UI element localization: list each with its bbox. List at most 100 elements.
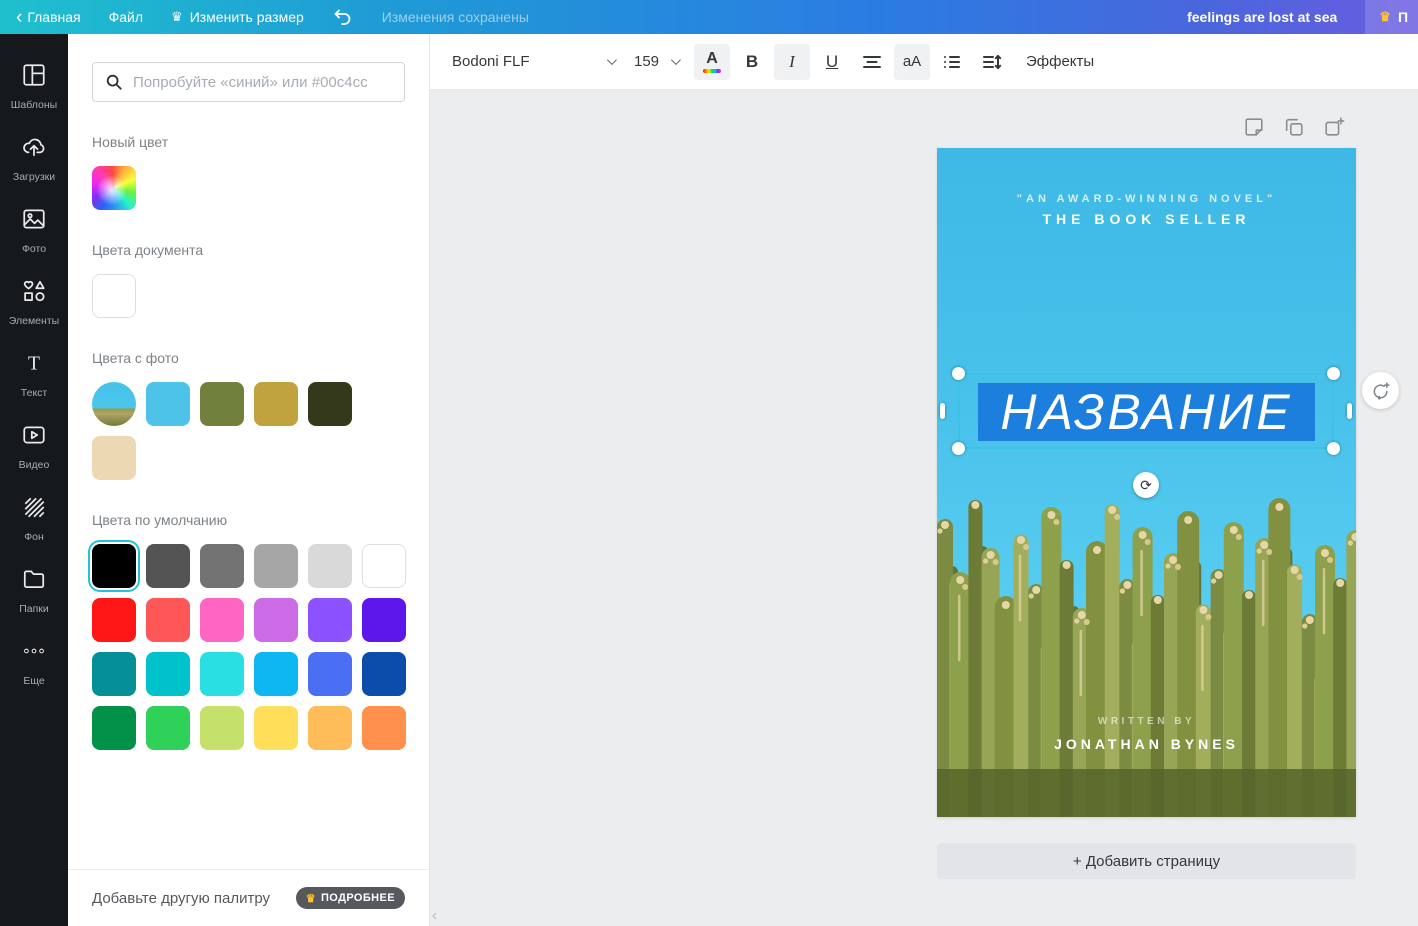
font-family-select[interactable]: Bodoni FLF [452,53,614,70]
sidebar-item-templates[interactable]: Шаблоны [0,54,68,118]
rotate-handle[interactable]: ⟳ [1133,472,1159,498]
default-color-swatch[interactable] [92,652,136,696]
pro-badge-label: ПОДРОБНЕЕ [321,892,395,904]
default-color-swatch[interactable] [146,544,190,588]
home-button[interactable]: ‹ Главная [16,8,81,27]
font-size-select[interactable]: 159 [634,53,690,70]
design-page[interactable]: "AN AWARD-WINNING NOVEL" THE BOOK SELLER… [937,148,1356,817]
sidebar-item-label: Папки [19,603,49,615]
resize-handle-bottomleft[interactable] [952,442,965,455]
sidebar-item-folders[interactable]: Папки [0,558,68,622]
sidebar-item-background[interactable]: Фон [0,486,68,550]
document-colors-label: Цвета документа [92,242,405,258]
resize-handle-bottomright[interactable] [1327,442,1340,455]
photo-color-thumbnail[interactable] [92,382,136,426]
underline-icon: U [826,52,838,72]
default-color-swatch[interactable] [200,598,244,642]
bold-button[interactable]: B [734,44,770,80]
selection-box[interactable] [958,373,1334,449]
add-page-icon-button[interactable] [1323,116,1345,141]
upgrade-button[interactable]: ♛ П [1365,0,1418,34]
default-color-swatch[interactable] [146,598,190,642]
default-color-swatch[interactable] [254,652,298,696]
default-color-swatch[interactable] [308,706,352,750]
photo-color-swatch[interactable] [308,382,352,426]
poster-byline[interactable]: WRITTEN BY [937,716,1356,727]
text-color-button[interactable]: A [694,44,730,80]
poster-quote[interactable]: "AN AWARD-WINNING NOVEL" [937,193,1356,205]
resize-handle-right[interactable] [1347,403,1352,419]
underline-button[interactable]: U [814,44,850,80]
default-color-swatch[interactable] [362,706,406,750]
default-color-swatch[interactable] [308,652,352,696]
default-color-swatch[interactable] [200,652,244,696]
add-palette-label: Добавьте другую палитру [92,890,270,907]
default-color-swatch[interactable] [362,652,406,696]
add-comment-icon [1371,381,1391,401]
sidebar-item-elements[interactable]: Элементы [0,270,68,334]
spacing-button[interactable] [974,44,1010,80]
default-color-swatch[interactable] [92,598,136,642]
sidebar-item-text[interactable]: TТекст [0,342,68,406]
sidebar-item-label: Шаблоны [11,99,57,111]
rainbow-bar [703,69,721,73]
pro-details-badge[interactable]: ♛ ПОДРОБНЕЕ [296,887,405,909]
new-color-swatch[interactable] [92,166,136,210]
sidebar-item-more[interactable]: Еще [0,630,68,694]
default-color-swatch[interactable] [308,544,352,588]
notes-button[interactable] [1243,116,1265,141]
default-color-swatch[interactable] [254,544,298,588]
default-color-swatch[interactable] [200,544,244,588]
italic-icon: I [789,52,795,72]
default-color-swatch[interactable] [146,652,190,696]
sidebar-item-video[interactable]: Видео [0,414,68,478]
search-icon [105,73,123,91]
default-color-swatch[interactable] [254,598,298,642]
default-color-swatch[interactable] [308,598,352,642]
photo-colors-label: Цвета с фото [92,350,405,366]
notes-icon [1243,116,1265,138]
crown-icon: ♛ [171,9,183,25]
color-search-input[interactable] [133,74,392,91]
photo-color-swatch[interactable] [200,382,244,426]
resize-handle-topleft[interactable] [952,367,965,380]
document-title[interactable]: feelings are lost at sea [1187,9,1337,25]
default-color-swatch[interactable] [146,706,190,750]
sidebar-item-photos[interactable]: Фото [0,198,68,262]
poster-author[interactable]: JONATHAN BYNES [937,736,1356,752]
italic-button[interactable]: I [774,44,810,80]
photo-color-swatch[interactable] [254,382,298,426]
align-button[interactable] [854,44,890,80]
chevron-down-icon [607,55,617,65]
add-page-button[interactable]: + Добавить страницу [937,843,1356,879]
resize-handle-topright[interactable] [1327,367,1340,380]
effects-button[interactable]: Эффекты [1026,53,1094,70]
default-color-swatch[interactable] [362,598,406,642]
document-color-swatch[interactable] [92,274,136,318]
add-comment-button[interactable] [1362,372,1399,409]
default-color-swatch[interactable] [200,706,244,750]
text-icon: T [21,350,47,381]
more-icon [21,638,47,669]
resize-handle-left[interactable] [940,403,945,419]
resize-button[interactable]: ♛ Изменить размер [171,9,304,25]
list-button[interactable] [934,44,970,80]
photo-color-swatch[interactable] [146,382,190,426]
line-spacing-icon [982,54,1002,70]
collapse-panel-arrow[interactable]: ‹ [432,907,437,924]
default-color-swatch[interactable] [254,706,298,750]
undo-button[interactable] [332,6,354,28]
new-color-label: Новый цвет [92,134,405,150]
palette-footer: Добавьте другую палитру ♛ ПОДРОБНЕЕ [68,869,429,926]
undo-icon [332,6,354,28]
default-color-swatch[interactable] [92,706,136,750]
default-color-swatch[interactable] [362,544,406,588]
duplicate-page-button[interactable] [1283,116,1305,141]
file-label: Файл [109,9,143,25]
poster-subtitle[interactable]: THE BOOK SELLER [937,211,1356,227]
uppercase-button[interactable]: aA [894,44,930,80]
photo-color-swatch[interactable] [92,436,136,480]
sidebar-item-uploads[interactable]: Загрузки [0,126,68,190]
file-menu-button[interactable]: Файл [109,9,143,25]
default-color-swatch[interactable] [92,544,136,588]
